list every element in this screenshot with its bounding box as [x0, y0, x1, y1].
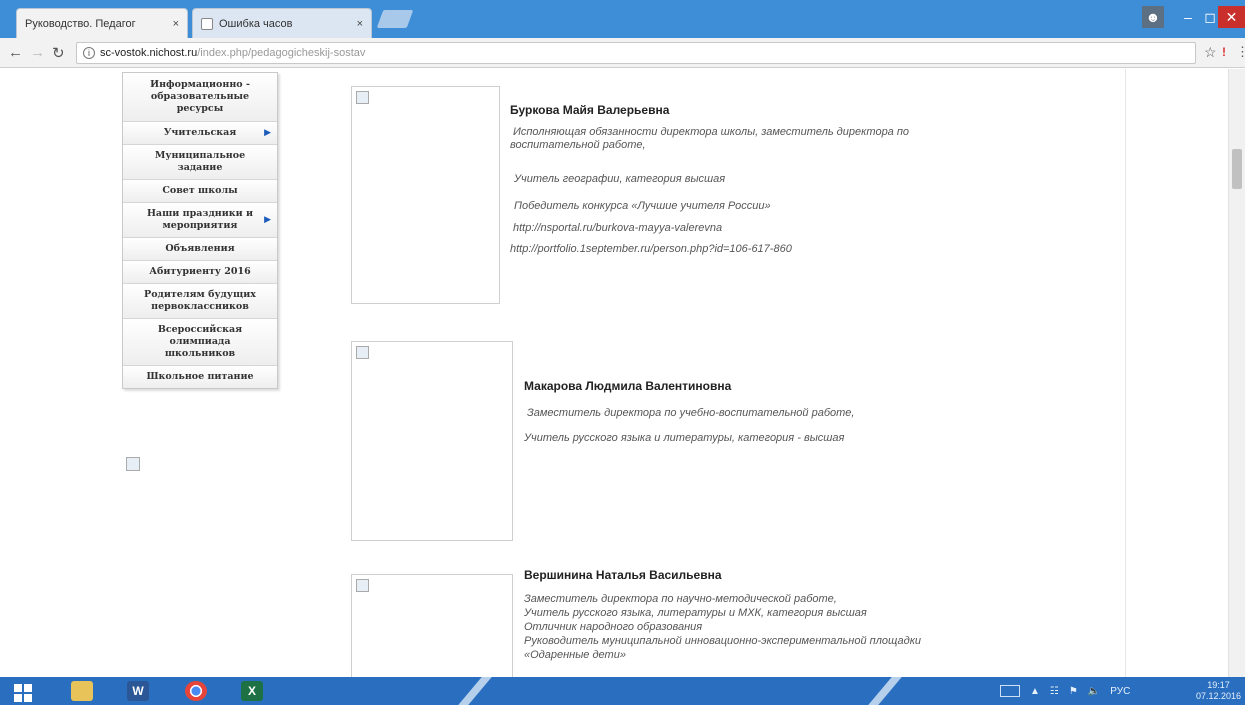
- broken-image-icon: [356, 579, 369, 592]
- scrollbar-thumb[interactable]: [1232, 149, 1242, 189]
- sidebar-item-label: Информационно - образовательные ресурсы: [150, 79, 250, 114]
- tab-title: Ошибка часов: [219, 17, 293, 30]
- person-info-line: Исполняющая обязанности директора школы,…: [513, 126, 910, 138]
- excel-icon[interactable]: X: [232, 679, 272, 703]
- sidebar-item-applicants[interactable]: Абитуриенту 2016: [123, 261, 277, 284]
- sidebar-item-municipal-task[interactable]: Муниципальное задание: [123, 145, 277, 180]
- person-info-line: Отличник народного образования: [524, 621, 703, 633]
- forward-arrow-icon[interactable]: →: [30, 44, 45, 61]
- new-tab-button[interactable]: [376, 10, 414, 28]
- sidebar-menu: Информационно - образовательные ресурсы …: [122, 72, 278, 389]
- content-divider: [1125, 69, 1126, 677]
- tab-active[interactable]: Руководство. Педагог ×: [16, 8, 188, 38]
- sidebar-item-resources[interactable]: Информационно - образовательные ресурсы: [123, 73, 277, 122]
- tray-arrow-icon[interactable]: ▲: [1030, 686, 1040, 697]
- extension-icon[interactable]: !: [1222, 45, 1226, 59]
- tab-inactive[interactable]: Ошибка часов ×: [192, 8, 372, 38]
- menu-icon[interactable]: ⋮: [1236, 44, 1245, 60]
- sidebar-item-label: Родителям будущих первоклассников: [144, 289, 256, 312]
- close-window-button[interactable]: ✕: [1218, 6, 1245, 28]
- taskbar-decoration: [458, 677, 492, 705]
- flag-icon[interactable]: ⚑: [1069, 686, 1078, 697]
- sidebar-item-label: Объявления: [165, 243, 235, 254]
- page-viewport: Информационно - образовательные ресурсы …: [0, 69, 1245, 677]
- clock-time: 19:17: [1207, 680, 1230, 690]
- person-link[interactable]: http://nsportal.ru/burkova-mayya-valerev…: [513, 222, 722, 234]
- windows-start-icon[interactable]: [12, 683, 34, 702]
- user-profile-icon[interactable]: ☻: [1142, 6, 1164, 28]
- person-info-line: Учитель русского языка и литературы, кат…: [524, 432, 845, 444]
- sidebar-item-label: Всероссийская олимпиада школьников: [157, 324, 243, 359]
- sidebar-item-label: Абитуриенту 2016: [149, 266, 251, 277]
- sidebar-item-label: Наши праздники и мероприятия: [146, 208, 254, 231]
- info-icon[interactable]: i: [83, 47, 95, 59]
- clock-date: 07.12.2016: [1196, 691, 1242, 701]
- windows-taskbar: W X ▲ ☷ ⚑ 🔈 РУС 19:17 07.12.2016: [0, 677, 1245, 705]
- sidebar-item-first-graders[interactable]: Родителям будущих первоклассников: [123, 284, 277, 319]
- back-arrow-icon[interactable]: ←: [8, 44, 23, 61]
- network-icon[interactable]: ☷: [1050, 686, 1059, 697]
- person-info-line: Победитель конкурса «Лучшие учителя Росс…: [514, 200, 771, 212]
- person-info-line: Учитель географии, категория высшая: [514, 173, 726, 185]
- person-photo: [351, 86, 500, 304]
- vertical-scrollbar[interactable]: [1228, 69, 1245, 677]
- person-name: Вершинина Наталья Васильевна: [524, 568, 722, 582]
- keyboard-icon[interactable]: [1000, 685, 1020, 697]
- tab-close-icon[interactable]: ×: [357, 18, 363, 30]
- person-info-line: Заместитель директора по научно-методиче…: [524, 593, 837, 605]
- reload-icon[interactable]: ↻: [52, 44, 65, 62]
- sidebar-item-label: Совет школы: [162, 185, 238, 196]
- sidebar-item-label: Школьное питание: [146, 371, 254, 382]
- sidebar-item-olympiad[interactable]: Всероссийская олимпиада школьников: [123, 319, 277, 366]
- taskbar-clock[interactable]: 19:17 07.12.2016: [1196, 680, 1241, 702]
- url-host: sc-vostok.nichost.ru: [100, 47, 198, 59]
- person-name: Макарова Людмила Валентиновна: [524, 379, 732, 393]
- person-photo: [351, 341, 513, 541]
- sidebar-item-label: Муниципальное задание: [154, 150, 246, 173]
- sidebar-item-teachers-room[interactable]: Учительская ▶: [123, 122, 277, 145]
- person-link[interactable]: http://portfolio.1september.ru/person.ph…: [510, 243, 792, 255]
- person-name: Буркова Майя Валерьевна: [510, 103, 670, 117]
- word-icon[interactable]: W: [118, 679, 158, 703]
- person-info-line: Заместитель директора по учебно-воспитат…: [527, 407, 855, 419]
- language-indicator[interactable]: РУС: [1110, 686, 1130, 697]
- submenu-arrow-icon: ▶: [264, 215, 271, 225]
- system-tray: ▲ ☷ ⚑ 🔈 РУС: [1000, 679, 1130, 703]
- tab-title: Руководство. Педагог: [25, 17, 136, 30]
- broken-image-icon: [356, 346, 369, 359]
- person-photo: [351, 574, 513, 677]
- page-favicon-icon: [201, 17, 213, 30]
- maximize-button[interactable]: ◻: [1200, 6, 1220, 28]
- file-explorer-icon[interactable]: [62, 679, 102, 703]
- address-bar: ← → ↻ i sc-vostok.nichost.ru /index.php/…: [0, 38, 1245, 68]
- submenu-arrow-icon: ▶: [264, 128, 271, 138]
- browser-titlebar: Руководство. Педагог × Ошибка часов × ☻ …: [0, 0, 1245, 38]
- sidebar-item-label: Учительская: [163, 127, 237, 138]
- broken-image-icon: [126, 457, 140, 471]
- person-info-line: Руководитель муниципальной инновационно-…: [524, 635, 922, 647]
- broken-image-icon: [356, 91, 369, 104]
- person-info-line: «Одаренные дети»: [524, 649, 626, 661]
- tab-close-icon[interactable]: ×: [173, 18, 179, 30]
- star-icon[interactable]: ☆: [1204, 44, 1217, 61]
- url-path: /index.php/pedagogicheskij-sostav: [197, 47, 366, 59]
- person-info-line: воспитательной работе,: [510, 139, 646, 151]
- url-input[interactable]: i sc-vostok.nichost.ru /index.php/pedago…: [76, 42, 1196, 64]
- sidebar-item-school-meals[interactable]: Школьное питание: [123, 366, 277, 388]
- sidebar-item-school-council[interactable]: Совет школы: [123, 180, 277, 203]
- sidebar-item-events[interactable]: Наши праздники и мероприятия ▶: [123, 203, 277, 238]
- chrome-icon[interactable]: [176, 679, 216, 703]
- minimize-button[interactable]: –: [1176, 6, 1200, 28]
- sidebar-item-announcements[interactable]: Объявления: [123, 238, 277, 261]
- taskbar-decoration: [868, 677, 902, 705]
- person-info-line: Учитель русского языка, литературы и МХК…: [524, 607, 867, 619]
- volume-icon[interactable]: 🔈: [1088, 686, 1100, 697]
